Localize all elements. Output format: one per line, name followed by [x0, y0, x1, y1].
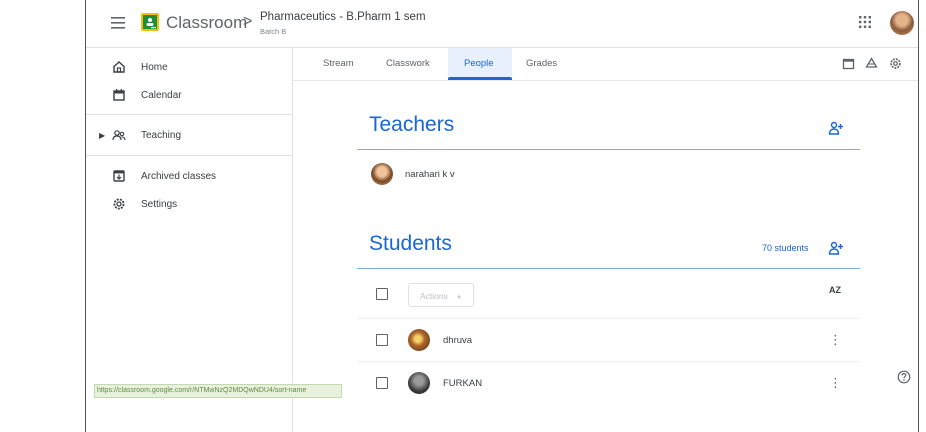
teachers-heading: Teachers — [369, 113, 455, 136]
tab-people[interactable]: People — [464, 58, 494, 69]
tab-bar: Stream Classwork People Grades — [293, 48, 918, 81]
home-icon — [113, 61, 125, 73]
student-avatar — [408, 329, 430, 351]
classroom-logo-icon[interactable] — [141, 13, 159, 31]
tab-classwork[interactable]: Classwork — [386, 58, 430, 69]
students-heading: Students — [369, 232, 452, 255]
sidebar-item-label: Settings — [141, 199, 178, 210]
account-avatar[interactable] — [890, 11, 914, 35]
settings-icon[interactable] — [889, 57, 902, 70]
sidebar-item-home[interactable]: Home — [86, 54, 292, 82]
sidebar-item-label: Archived classes — [141, 171, 217, 182]
invite-teacher-icon[interactable] — [828, 121, 844, 135]
sidebar-divider — [86, 114, 292, 115]
course-title[interactable]: Pharmaceutics - B.Pharm 1 sem — [260, 11, 426, 23]
dropdown-arrow-icon: ▼ — [456, 295, 463, 301]
student-name: dhruva — [443, 335, 473, 346]
row-divider — [357, 361, 860, 362]
drive-icon[interactable] — [865, 57, 878, 70]
active-tab-indicator — [448, 77, 512, 80]
student-avatar — [408, 372, 430, 394]
help-icon[interactable] — [897, 370, 911, 384]
sidebar: Home Calendar ▶ Teaching Archived classe… — [86, 48, 293, 432]
menu-icon[interactable] — [108, 13, 130, 33]
sidebar-item-label: Calendar — [141, 90, 182, 101]
top-app-bar: Classroom > Pharmaceutics - B.Pharm 1 se… — [86, 0, 918, 48]
student-count: 70 students — [762, 243, 809, 253]
breadcrumb-separator: > — [243, 13, 253, 30]
student-row[interactable]: dhruva ⋮ — [357, 320, 860, 360]
teacher-avatar — [371, 163, 393, 185]
gear-icon — [113, 198, 125, 210]
calendar-icon — [113, 89, 125, 101]
status-bar-url: https://classroom.google.com/r/NTMwNzQ2M… — [94, 384, 342, 398]
calendar-icon[interactable] — [842, 57, 855, 70]
sort-az-icon[interactable]: AZ — [829, 285, 841, 295]
right-frame — [918, 0, 926, 432]
google-apps-icon[interactable] — [858, 15, 872, 29]
people-icon — [112, 130, 126, 141]
app-name[interactable]: Classroom — [166, 13, 247, 33]
student-checkbox[interactable] — [376, 334, 388, 346]
sidebar-item-label: Teaching — [141, 130, 182, 141]
student-name: FURKAN — [443, 378, 483, 389]
select-all-checkbox[interactable] — [376, 288, 388, 300]
sidebar-item-settings[interactable]: Settings — [86, 191, 292, 219]
teachers-divider — [357, 149, 860, 150]
row-divider — [357, 318, 860, 319]
sidebar-item-teaching[interactable]: ▶ Teaching — [86, 122, 292, 150]
student-row[interactable]: FURKAN ⋮ — [357, 363, 860, 403]
archive-icon — [113, 170, 125, 182]
more-options-icon[interactable]: ⋮ — [829, 333, 842, 346]
student-checkbox[interactable] — [376, 377, 388, 389]
tab-grades[interactable]: Grades — [526, 58, 557, 69]
tab-stream[interactable]: Stream — [323, 58, 354, 69]
actions-button[interactable]: Actions ▼ — [408, 283, 474, 307]
actions-label: Actions — [420, 291, 448, 301]
course-section: Batch B — [260, 27, 287, 36]
classroom-app: Classroom > Pharmaceutics - B.Pharm 1 se… — [86, 0, 918, 432]
more-options-icon[interactable]: ⋮ — [829, 376, 842, 389]
sidebar-item-archived-classes[interactable]: Archived classes — [86, 163, 292, 191]
teacher-name: narahari k v — [405, 169, 455, 180]
sidebar-divider — [86, 155, 292, 156]
sidebar-item-calendar[interactable]: Calendar — [86, 82, 292, 110]
left-frame — [0, 0, 86, 432]
expand-arrow-icon[interactable]: ▶ — [99, 131, 105, 140]
sidebar-item-label: Home — [141, 62, 168, 73]
invite-student-icon[interactable] — [828, 241, 844, 255]
teacher-row[interactable]: narahari k v — [357, 155, 860, 195]
students-divider — [357, 268, 860, 269]
